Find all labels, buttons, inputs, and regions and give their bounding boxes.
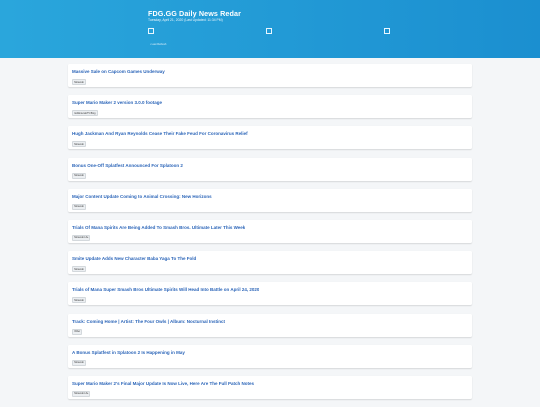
page-header: FDG.GG Daily News Redar Tuesday, April 2… bbox=[0, 0, 540, 58]
news-card[interactable]: Major Content Update Coming to Animal Cr… bbox=[68, 188, 472, 212]
source-badge: Nintendo bbox=[72, 141, 86, 148]
source-badge: GoNintendoTV Blog bbox=[72, 110, 98, 117]
news-card[interactable]: Trials of Mana Super Smash Bros Ultimate… bbox=[68, 282, 472, 306]
news-title-link[interactable]: Track: Coming Home | Artist: The Four Ow… bbox=[72, 319, 225, 324]
source-badge: Other bbox=[72, 328, 83, 335]
page-title: FDG.GG Daily News Redar bbox=[148, 9, 241, 18]
source-badge: Nintendo Life bbox=[72, 234, 91, 241]
news-title-link[interactable]: Trials Of Mana Spirits Are Being Added T… bbox=[72, 225, 245, 230]
news-card[interactable]: Massive Sale on Capcom Games Underway Ni… bbox=[68, 64, 472, 87]
filter-checkbox-3[interactable] bbox=[384, 28, 390, 34]
news-card[interactable]: Hugh Jackman And Ryan Reynolds Cease The… bbox=[68, 126, 472, 150]
last-updated-text: Tuesday, April 21, 2020 (Last Updated: 1… bbox=[148, 18, 223, 22]
news-card[interactable]: A Bonus Splatfest in Splatoon 2 Is Happe… bbox=[68, 344, 472, 368]
news-title-link[interactable]: Super Mario Maker 2's Final Major Update… bbox=[72, 381, 254, 386]
news-card[interactable]: Super Mario Maker 2's Final Major Update… bbox=[68, 375, 472, 399]
news-title-link[interactable]: Massive Sale on Capcom Games Underway bbox=[72, 69, 165, 74]
filter-checkbox-1[interactable] bbox=[148, 28, 154, 34]
news-title-link[interactable]: Super Mario Maker 2 version 3.0.0 footag… bbox=[72, 100, 162, 105]
news-card[interactable]: Bonus One-Off Splatfest Announced For Sp… bbox=[68, 157, 472, 181]
news-title-link[interactable]: Bonus One-Off Splatfest Announced For Sp… bbox=[72, 163, 183, 168]
news-title-link[interactable]: Smite Update Adds New Character Baba Yag… bbox=[72, 256, 196, 261]
filter-checkbox-2[interactable] bbox=[266, 28, 272, 34]
source-badge: Nintendo bbox=[72, 297, 86, 304]
news-card[interactable]: Track: Coming Home | Artist: The Four Ow… bbox=[68, 313, 472, 337]
source-badge: Nintendo bbox=[72, 79, 86, 85]
source-badge: Nintendo bbox=[72, 266, 86, 273]
news-title-link[interactable]: Hugh Jackman And Ryan Reynolds Cease The… bbox=[72, 131, 248, 136]
news-title-link[interactable]: A Bonus Splatfest in Splatoon 2 Is Happe… bbox=[72, 350, 185, 355]
source-badge: Nintendo Life bbox=[72, 390, 91, 397]
source-badge: Nintendo bbox=[72, 172, 86, 179]
source-badge: Nintendo bbox=[72, 203, 86, 210]
news-title-link[interactable]: Major Content Update Coming to Animal Cr… bbox=[72, 194, 212, 199]
news-title-link[interactable]: Trials of Mana Super Smash Bros Ultimate… bbox=[72, 287, 259, 292]
source-badge: Nintendo bbox=[72, 359, 86, 366]
news-card[interactable]: Smite Update Adds New Character Baba Yag… bbox=[68, 251, 472, 275]
news-feed: Massive Sale on Capcom Games Underway Ni… bbox=[68, 64, 472, 407]
news-card[interactable]: Super Mario Maker 2 version 3.0.0 footag… bbox=[68, 95, 472, 119]
news-card[interactable]: Trials Of Mana Spirits Are Being Added T… bbox=[68, 219, 472, 243]
header-note: • Last Refresh bbox=[150, 43, 167, 46]
